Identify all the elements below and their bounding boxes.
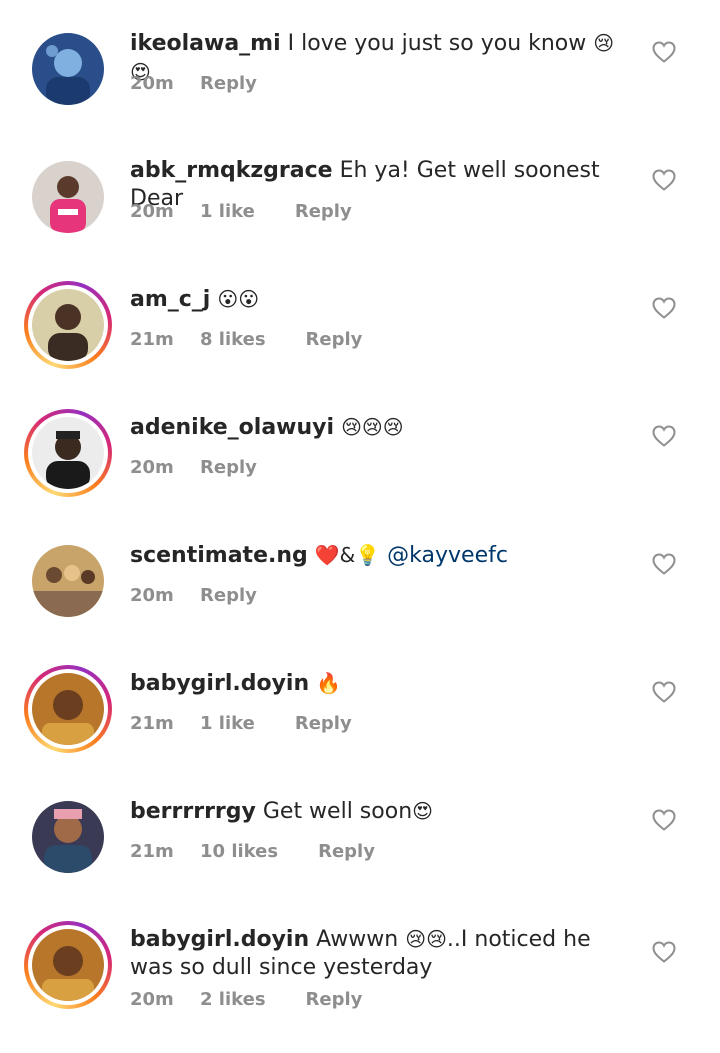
reply-button[interactable]: Reply — [295, 201, 352, 222]
comment-username[interactable]: abk_rmqkzgrace — [130, 158, 333, 183]
avatar-story-ring[interactable] — [24, 409, 112, 497]
avatar[interactable] — [24, 153, 112, 241]
comment-username[interactable]: am_c_j — [130, 287, 210, 312]
comment-time: 20m — [130, 585, 174, 606]
reply-button[interactable]: Reply — [200, 457, 257, 478]
avatar[interactable] — [24, 25, 112, 113]
comment-likes[interactable]: 8 likes — [200, 329, 266, 350]
reply-button[interactable]: Reply — [200, 73, 257, 94]
comment-meta: 20m Reply — [130, 73, 257, 94]
comment-username[interactable]: babygirl.doyin — [130, 671, 309, 696]
comment-text: scentimate.ng ❤️&💡 @kayveefc — [130, 541, 630, 570]
reply-button[interactable]: Reply — [295, 713, 352, 734]
like-heart-icon[interactable] — [652, 425, 676, 447]
comment-meta: 20m 2 likes Reply — [130, 989, 362, 1010]
comment-text: adenike_olawuyi 😢😢😢 — [130, 413, 630, 442]
avatar-story-ring[interactable] — [24, 281, 112, 369]
comment-emoji: 😢😢 — [405, 927, 447, 951]
avatar-story-ring[interactable] — [24, 921, 112, 1009]
comment-body: Get well soon — [262, 799, 413, 824]
comment-emoji: 🔥 — [316, 671, 342, 695]
comment-emoji: 😍 — [412, 799, 433, 823]
comment-emoji: ❤️&💡 — [314, 543, 381, 567]
like-heart-icon[interactable] — [652, 297, 676, 319]
comment-time: 20m — [130, 989, 174, 1010]
reply-button[interactable]: Reply — [318, 841, 375, 862]
comment-time: 20m — [130, 201, 174, 222]
mention-link[interactable]: @kayveefc — [387, 543, 508, 568]
comment-time: 21m — [130, 841, 174, 862]
avatar[interactable] — [24, 793, 112, 881]
comment-item: scentimate.ng ❤️&💡 @kayveefc 20m Reply — [0, 541, 720, 669]
comment-body: I love you just so you know — [287, 31, 594, 56]
comment-body: Awwwn — [316, 927, 406, 952]
like-heart-icon[interactable] — [652, 941, 676, 963]
comment-text: babygirl.doyin Awwwn 😢😢..I noticed he wa… — [130, 925, 630, 982]
comment-likes[interactable]: 1 like — [200, 201, 255, 222]
comment-text: berrrrrrgy Get well soon😍 — [130, 797, 630, 826]
comment-text: babygirl.doyin 🔥 — [130, 669, 630, 698]
comment-meta: 21m 1 like Reply — [130, 713, 352, 734]
comment-meta: 20m Reply — [130, 585, 257, 606]
like-heart-icon[interactable] — [652, 41, 676, 63]
comment-likes[interactable]: 1 like — [200, 713, 255, 734]
comment-text: am_c_j 😮😮 — [130, 285, 630, 314]
comment-item: adenike_olawuyi 😢😢😢 20m Reply — [0, 409, 720, 541]
comment-meta: 20m Reply — [130, 457, 257, 478]
comment-item: babygirl.doyin Awwwn 😢😢..I noticed he wa… — [0, 921, 720, 1053]
comment-emoji: 😮😮 — [217, 287, 260, 311]
comment-username[interactable]: adenike_olawuyi — [130, 415, 334, 440]
avatar-story-ring[interactable] — [24, 665, 112, 753]
comment-item: abk_rmqkzgrace Eh ya! Get well soonest D… — [0, 157, 720, 285]
comment-likes[interactable]: 10 likes — [200, 841, 278, 862]
comment-time: 21m — [130, 329, 174, 350]
comment-time: 20m — [130, 73, 174, 94]
comment-item: am_c_j 😮😮 21m 8 likes Reply — [0, 281, 720, 413]
comment-username[interactable]: babygirl.doyin — [130, 927, 309, 952]
comment-username[interactable]: ikeolawa_mi — [130, 31, 281, 56]
comment-likes[interactable]: 2 likes — [200, 989, 266, 1010]
reply-button[interactable]: Reply — [306, 329, 363, 350]
comment-item: babygirl.doyin 🔥 21m 1 like Reply — [0, 665, 720, 797]
like-heart-icon[interactable] — [652, 681, 676, 703]
comment-time: 20m — [130, 457, 174, 478]
comment-item: ikeolawa_mi I love you just so you know … — [0, 29, 720, 157]
like-heart-icon[interactable] — [652, 553, 676, 575]
comment-meta: 21m 8 likes Reply — [130, 329, 362, 350]
avatar[interactable] — [24, 537, 112, 625]
comment-emoji: 😢😢😢 — [341, 415, 404, 439]
comment-meta: 20m 1 like Reply — [130, 201, 352, 222]
comment-time: 21m — [130, 713, 174, 734]
like-heart-icon[interactable] — [652, 809, 676, 831]
comment-meta: 21m 10 likes Reply — [130, 841, 375, 862]
reply-button[interactable]: Reply — [306, 989, 363, 1010]
like-heart-icon[interactable] — [652, 169, 676, 191]
comment-item: berrrrrrgy Get well soon😍 21m 10 likes R… — [0, 797, 720, 925]
comment-username[interactable]: scentimate.ng — [130, 543, 308, 568]
comment-username[interactable]: berrrrrrgy — [130, 799, 256, 824]
reply-button[interactable]: Reply — [200, 585, 257, 606]
